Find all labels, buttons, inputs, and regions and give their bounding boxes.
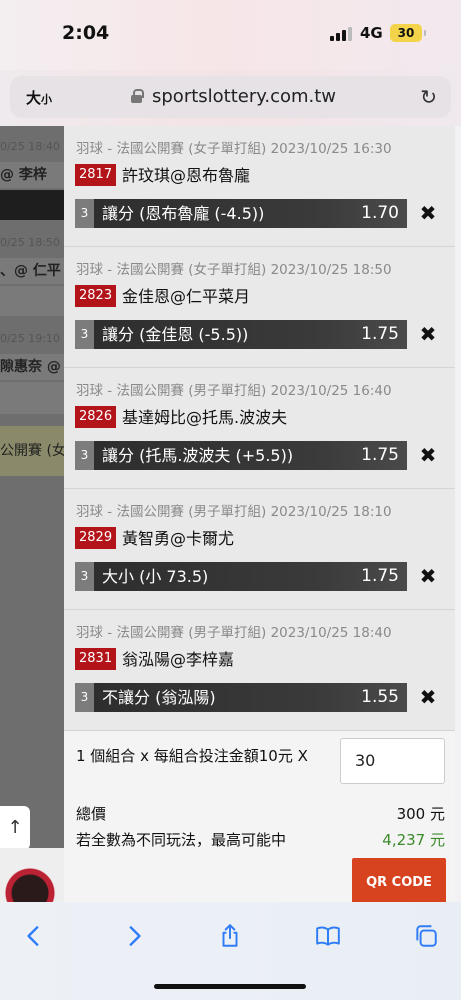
odds: 1.75	[361, 324, 399, 344]
game-code: 2831	[75, 648, 117, 670]
bg-date: 0/25 19:10	[0, 332, 60, 345]
bg-match-name[interactable]: 、@ 仁平	[0, 258, 70, 284]
url-domain[interactable]: sportslottery.com.tw	[152, 86, 336, 107]
bg-date: 0/25 18:50	[0, 236, 60, 249]
game-code: 2817	[75, 164, 117, 186]
clock: 2:04	[62, 22, 110, 44]
total-label: 總價	[76, 805, 107, 823]
total-value: 300 元	[396, 805, 445, 823]
bet-summary: 1 個組合 x 每組合投注金額10元 X 30 總價 300 元 若全數為不同玩…	[64, 731, 455, 902]
home-indicator	[154, 984, 306, 989]
bg-divider	[0, 190, 70, 220]
share-icon[interactable]	[210, 916, 250, 956]
network-type: 4G	[360, 24, 383, 42]
leg-number: 3	[75, 441, 94, 470]
bet-info: 羽球 - 法國公開賽 (男子單打組) 2023/10/25 16:40	[76, 383, 392, 399]
address-bar: 大小 sportslottery.com.tw ↻	[0, 70, 461, 126]
remove-bet-close-icon[interactable]: ✖	[418, 562, 438, 591]
bg-image	[0, 848, 70, 902]
bet-slip-panel: 羽球 - 法國公開賽 (女子單打組) 2023/10/25 16:30 2817…	[64, 126, 455, 902]
scroll-top-button[interactable]: ↑	[0, 806, 30, 850]
lock-icon	[131, 89, 144, 103]
bg-date: 0/25 18:40	[0, 140, 60, 153]
remove-bet-close-icon[interactable]: ✖	[418, 320, 438, 349]
match-title: 黃智勇@卡爾尤	[122, 529, 235, 548]
bet-item: 羽球 - 法國公開賽 (男子單打組) 2023/10/25 16:40 2826…	[64, 368, 455, 489]
multiplier-input[interactable]: 30	[340, 738, 445, 784]
bet-info: 羽球 - 法國公開賽 (女子單打組) 2023/10/25 16:30	[76, 141, 392, 157]
match-title: 許玟琪@恩布魯龐	[122, 166, 251, 185]
background-page: 0/25 18:40 @ 李梓 0/25 18:50 、@ 仁平 0/25 19…	[0, 126, 70, 902]
combo-text: 1 個組合 x 每組合投注金額10元 X	[76, 747, 308, 765]
bg-divider	[0, 286, 70, 316]
leg-number: 3	[75, 199, 94, 228]
max-win-value: 4,237 元	[382, 831, 445, 849]
match-title: 金佳恩@仁平菜月	[122, 287, 251, 306]
reload-icon[interactable]: ↻	[420, 85, 437, 109]
game-code: 2826	[75, 406, 117, 428]
bet-item: 羽球 - 法國公開賽 (男子單打組) 2023/10/25 18:10 2829…	[64, 489, 455, 610]
bet-item: 羽球 - 法國公開賽 (男子單打組) 2023/10/25 18:40 2831…	[64, 610, 455, 731]
bg-divider	[0, 382, 70, 414]
bg-match-name[interactable]: 隙惠奈 @	[0, 354, 70, 380]
match-title: 基達姆比@托馬.波波夫	[122, 408, 288, 427]
book-icon[interactable]	[308, 916, 348, 956]
bet-pick: 讓分 (托馬.波波夫 (+5.5)) 1.75	[94, 441, 407, 470]
remove-bet-close-icon[interactable]: ✖	[418, 683, 438, 712]
remove-bet-close-icon[interactable]: ✖	[418, 199, 438, 228]
bet-item: 羽球 - 法國公開賽 (女子單打組) 2023/10/25 16:30 2817…	[64, 126, 455, 247]
bet-pick: 讓分 (恩布魯龐 (-4.5)) 1.70	[94, 199, 407, 228]
status-bar: 2:04 4G 30	[0, 0, 461, 70]
back-icon[interactable]	[14, 916, 54, 956]
leg-number: 3	[75, 562, 94, 591]
match-title: 翁泓陽@李梓嘉	[122, 650, 235, 669]
max-win-label: 若全數為不同玩法，最高可能中	[76, 831, 287, 849]
odds: 1.55	[361, 687, 399, 707]
bet-pick: 大小 (小 73.5) 1.75	[94, 562, 407, 591]
bg-banner: 公開賽 (女	[0, 426, 70, 476]
odds: 1.75	[361, 566, 399, 586]
odds: 1.70	[361, 203, 399, 223]
bet-pick: 不讓分 (翁泓陽) 1.55	[94, 683, 407, 712]
bet-info: 羽球 - 法國公開賽 (女子單打組) 2023/10/25 18:50	[76, 262, 392, 278]
url-field[interactable]: 大小 sportslottery.com.tw ↻	[10, 76, 451, 118]
bg-match-name[interactable]: @ 李梓	[0, 162, 70, 188]
bet-info: 羽球 - 法國公開賽 (男子單打組) 2023/10/25 18:40	[76, 625, 392, 641]
battery-icon: 30	[390, 24, 426, 42]
remove-bet-close-icon[interactable]: ✖	[418, 441, 438, 470]
odds: 1.75	[361, 445, 399, 465]
text-size-button[interactable]: 大小	[26, 87, 52, 108]
qr-code-button[interactable]: QR CODE	[352, 858, 446, 902]
bet-info: 羽球 - 法國公開賽 (男子單打組) 2023/10/25 18:10	[76, 504, 392, 520]
game-code: 2829	[75, 527, 117, 549]
bet-pick: 讓分 (金佳恩 (-5.5)) 1.75	[94, 320, 407, 349]
forward-icon[interactable]	[114, 916, 154, 956]
tabs-icon[interactable]	[406, 916, 446, 956]
leg-number: 3	[75, 683, 94, 712]
game-code: 2823	[75, 285, 117, 307]
bet-item: 羽球 - 法國公開賽 (女子單打組) 2023/10/25 18:50 2823…	[64, 247, 455, 368]
signal-icon	[330, 27, 352, 41]
leg-number: 3	[75, 320, 94, 349]
